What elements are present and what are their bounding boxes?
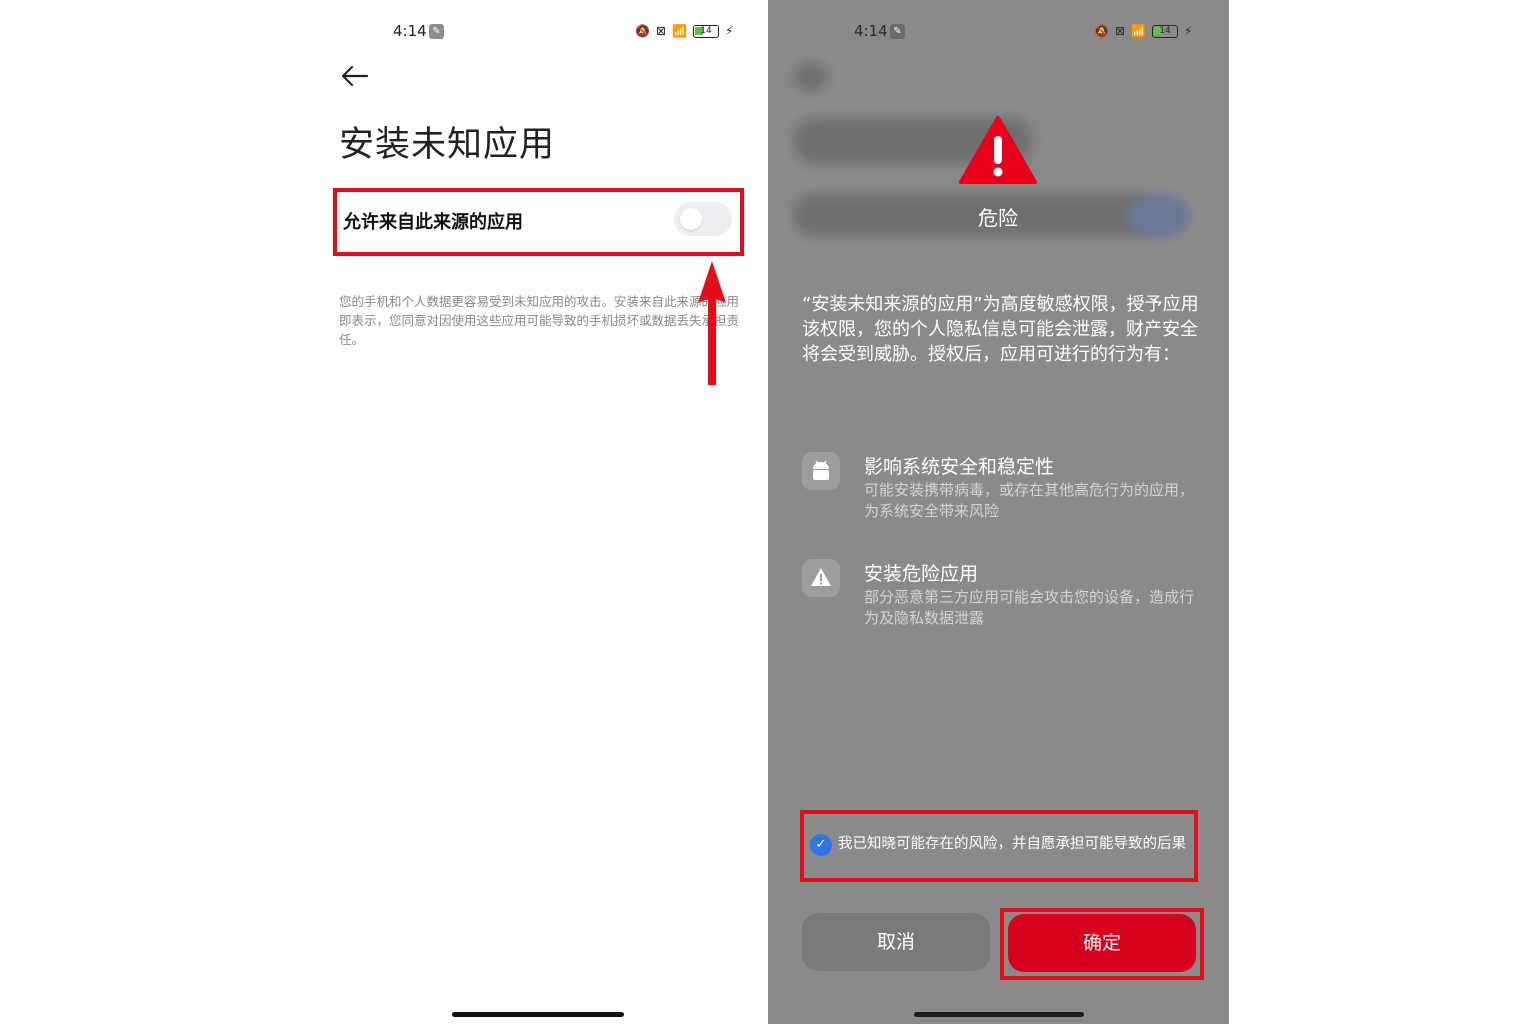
wifi-icon: 📶 — [1131, 24, 1146, 38]
screenshot-canvas: 4:14 ✎ 🔕 ⊠ 📶 14 ⚡ 安装未知应用 允许来自此来源的应用 您的手机… — [0, 0, 1536, 1024]
charging-icon: ⚡ — [1183, 24, 1193, 38]
status-bar: 4:14 ✎ 🔕 ⊠ 📶 14 ⚡ — [854, 20, 1214, 44]
status-icons: 🔕 ⊠ 📶 14 ⚡ — [1094, 23, 1192, 39]
allow-source-row[interactable]: 允许来自此来源的应用 — [333, 188, 744, 256]
battery-icon: 14 — [692, 24, 719, 38]
checkmark-icon[interactable]: ✓ — [810, 834, 832, 856]
mute-vibrate-icon: 🔕 — [1094, 24, 1109, 38]
warning-text: “安装未知来源的应用”为高度敏感权限，授予应用该权限，您的个人隐私信息可能会泄露… — [802, 294, 1199, 365]
danger-dialog-screen: 4:14 ✎ 🔕 ⊠ 📶 14 ⚡ 危险 “安装未知来源的应用”为高度敏感权限，… — [768, 0, 1229, 1024]
blurred-back-button — [794, 62, 828, 92]
wrench-icon: ✎ — [429, 24, 444, 39]
status-time: 4:14 — [393, 22, 427, 40]
danger-warning-icon — [959, 116, 1037, 184]
settings-screen: 4:14 ✎ 🔕 ⊠ 📶 14 ⚡ 安装未知应用 允许来自此来源的应用 您的手机… — [309, 0, 770, 1024]
wrench-icon: ✎ — [890, 24, 905, 39]
status-time: 4:14 — [854, 22, 888, 40]
cancel-button[interactable]: 取消 — [802, 913, 990, 971]
blurred-row — [794, 194, 1154, 236]
permission-desc: 可能安装携带病毒，或存在其他高危行为的应用，为系统安全带来风险 — [864, 481, 1195, 520]
status-icons: 🔕 ⊠ 📶 14 ⚡ — [635, 23, 733, 39]
permission-title: 安装危险应用 — [864, 563, 979, 585]
toggle-knob — [680, 208, 702, 230]
risk-description: 您的手机和个人数据更容易受到未知应用的攻击。安装来自此来源的应用即表示，您同意对… — [339, 294, 740, 347]
consent-checkbox-row[interactable]: ✓ 我已知晓可能存在的风险，并自愿承担可能导致的后果 — [800, 810, 1198, 882]
annotation-arrow-icon — [698, 261, 726, 385]
wifi-icon: 📶 — [672, 24, 687, 38]
permission-desc: 部分恶意第三方应用可能会攻击您的设备，造成行为及隐私数据泄露 — [864, 588, 1195, 627]
android-icon — [802, 452, 840, 490]
no-sim-icon: ⊠ — [1114, 24, 1126, 38]
permission-title: 影响系统安全和稳定性 — [864, 456, 1055, 478]
status-bar: 4:14 ✎ 🔕 ⊠ 📶 14 ⚡ — [393, 20, 753, 44]
blurred-toggle — [1126, 194, 1190, 238]
allow-source-label: 允许来自此来源的应用 — [343, 212, 523, 233]
charging-icon: ⚡ — [724, 24, 734, 38]
back-arrow-icon[interactable] — [339, 62, 371, 90]
warning-triangle-icon — [802, 559, 840, 597]
no-sim-icon: ⊠ — [655, 24, 667, 38]
home-indicator[interactable] — [452, 1012, 624, 1017]
confirm-button[interactable]: 确定 — [1008, 914, 1196, 972]
mute-vibrate-icon: 🔕 — [635, 24, 650, 38]
danger-label: 危险 — [978, 206, 1018, 230]
page-title: 安装未知应用 — [339, 125, 556, 165]
confirm-highlight: 确定 — [1000, 908, 1204, 980]
home-indicator[interactable] — [914, 1012, 1084, 1017]
allow-source-toggle[interactable] — [674, 202, 732, 236]
battery-icon: 14 — [1151, 24, 1178, 38]
consent-text: 我已知晓可能存在的风险，并自愿承担可能导致的后果 — [838, 836, 1186, 852]
